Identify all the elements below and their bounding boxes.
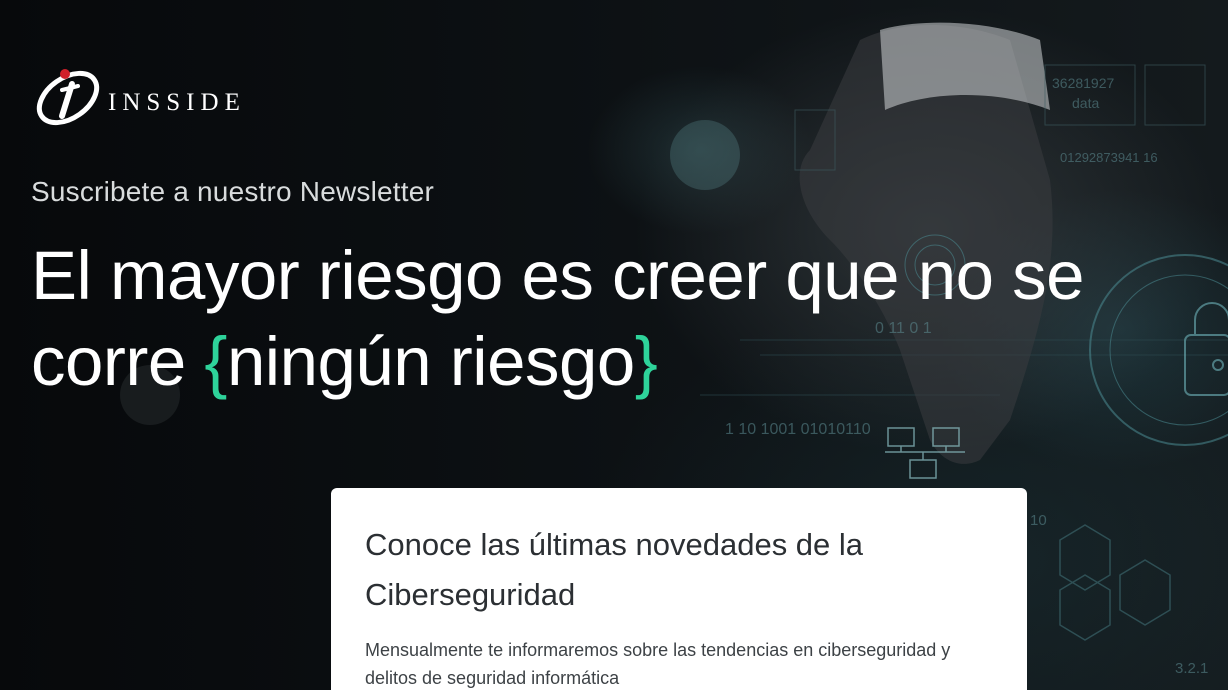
svg-text:36281927: 36281927 — [1052, 75, 1115, 91]
insside-logo[interactable]: INSSIDE — [32, 60, 246, 138]
headline-line-1: El mayor riesgo es creer que no se — [31, 237, 1085, 314]
headline-line-2-start: corre — [31, 323, 186, 400]
insside-logo-mark — [36, 69, 100, 126]
newsletter-card: Conoce las últimas novedades de la Ciber… — [331, 488, 1027, 690]
hero-headline: El mayor riesgo es creer que no se corre… — [31, 233, 1221, 405]
svg-text:3.2.1: 3.2.1 — [1175, 660, 1208, 677]
svg-text:01292873941 16: 01292873941 16 — [1060, 150, 1158, 165]
card-title: Conoce las últimas novedades de la Ciber… — [365, 527, 864, 612]
brace-open: { — [204, 323, 227, 400]
svg-text:data: data — [1072, 95, 1099, 111]
logo-wordmark: INSSIDE — [108, 89, 246, 116]
logo-red-dot-icon — [60, 69, 70, 79]
svg-text:10: 10 — [1030, 512, 1047, 529]
svg-text:1 10 1001 01010110: 1 10 1001 01010110 — [725, 421, 871, 438]
card-description: Mensualmente te informaremos sobre las t… — [365, 640, 951, 688]
newsletter-subtitle: Suscribete a nuestro Newsletter — [31, 176, 435, 207]
hero-section: 0 11 0 1 1 10 1001 01010110 36281927 dat… — [0, 0, 1228, 690]
headline-highlight: ningún riesgo — [226, 323, 635, 400]
brace-close: } — [634, 323, 658, 400]
